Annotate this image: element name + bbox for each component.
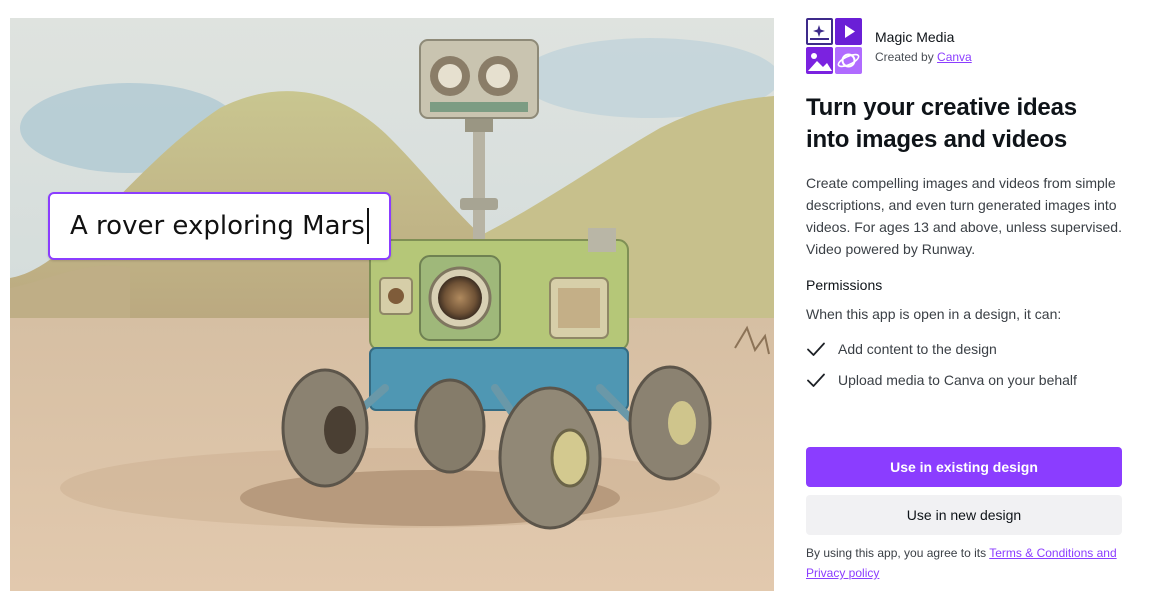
magic-media-app-icon [806, 18, 862, 74]
permissions-title: Permissions [806, 277, 883, 293]
checkmark-icon [807, 373, 825, 387]
image-tile-icon [806, 47, 833, 74]
permission-item: Upload media to Canva on your behalf [806, 364, 1126, 395]
permission-item: Add content to the design [806, 333, 1126, 364]
rover-illustration [10, 18, 774, 591]
prompt-text-box[interactable]: A rover exploring Mars [48, 192, 391, 260]
hero-image: A rover exploring Mars [10, 18, 774, 591]
prompt-text: A rover exploring Mars [70, 211, 365, 241]
use-in-existing-design-button[interactable]: Use in existing design [806, 447, 1122, 487]
play-tile-icon [835, 18, 862, 45]
use-in-new-design-button[interactable]: Use in new design [806, 495, 1122, 535]
app-creator: Created by Canva [875, 48, 972, 66]
permissions-list: Add content to the design Upload media t… [806, 333, 1126, 395]
checkmark-icon [807, 342, 825, 356]
permissions-lead: When this app is open in a design, it ca… [806, 306, 1062, 322]
legal-notice: By using this app, you agree to its Term… [806, 543, 1122, 583]
creator-link[interactable]: Canva [937, 50, 972, 64]
app-header: Magic Media Created by Canva [806, 18, 1126, 74]
permission-label: Upload media to Canva on your behalf [838, 371, 1077, 388]
permission-label: Add content to the design [838, 340, 997, 357]
app-headline: Turn your creative ideas into images and… [806, 94, 1077, 153]
legal-text: By using this app, you agree to its [806, 546, 987, 560]
planet-tile-icon [835, 47, 862, 74]
created-by-label: Created by [875, 49, 934, 64]
app-name: Magic Media [875, 28, 955, 45]
text-caret [366, 208, 369, 244]
sparkle-tile-icon [806, 18, 833, 45]
app-details-panel: Magic Media Created by Canva Turn your c… [806, 18, 1126, 580]
app-description: Create compelling images and videos from… [806, 175, 1122, 257]
